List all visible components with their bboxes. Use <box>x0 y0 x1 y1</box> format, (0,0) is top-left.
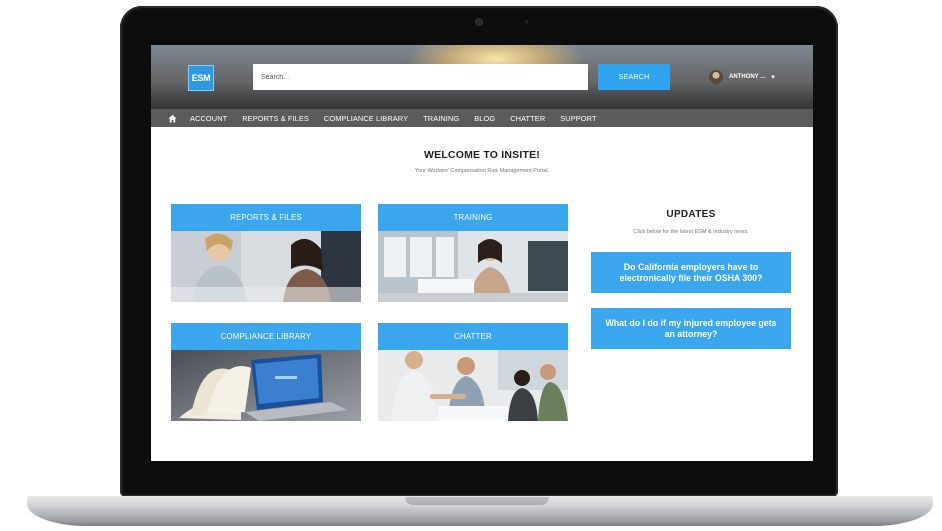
app-screen: ESM SEARCH ANTHONY ... ▾ ACCOUNT REPORTS… <box>151 45 813 461</box>
nav-support[interactable]: SUPPORT <box>560 114 596 123</box>
page-title: WELCOME TO INSITE! <box>424 149 540 161</box>
nav-account[interactable]: ACCOUNT <box>190 114 227 123</box>
home-icon[interactable] <box>168 113 178 123</box>
updates-subtitle: Click below for the latest ESM & Industr… <box>633 229 749 235</box>
tile-chatter[interactable]: CHATTER <box>378 323 568 421</box>
header-banner: ESM SEARCH ANTHONY ... ▾ <box>151 45 813 109</box>
tile-compliance-library[interactable]: COMPLIANCE LIBRARY <box>171 323 361 421</box>
webcam-icon <box>475 18 483 26</box>
search-button[interactable]: SEARCH <box>598 64 670 90</box>
compliance-library-photo[interactable] <box>171 350 361 421</box>
camera-indicator <box>525 20 528 23</box>
training-photo[interactable] <box>378 231 568 302</box>
tile-label[interactable]: COMPLIANCE LIBRARY <box>171 323 361 350</box>
user-name[interactable]: ANTHONY ... <box>729 74 765 80</box>
tile-training[interactable]: TRAINING <box>378 204 568 302</box>
nav-chatter[interactable]: CHATTER <box>510 114 545 123</box>
search-input[interactable] <box>253 64 588 90</box>
reports-files-photo[interactable] <box>171 231 361 302</box>
nav-reports-files[interactable]: REPORTS & FILES <box>242 114 309 123</box>
tile-label[interactable]: TRAINING <box>378 204 568 231</box>
page-subtitle: Your Workers' Compensation Risk Manageme… <box>414 168 550 174</box>
nav-training[interactable]: TRAINING <box>423 114 459 123</box>
update-link[interactable]: Do California employers have to electron… <box>591 252 791 293</box>
chevron-down-icon[interactable]: ▾ <box>771 73 775 81</box>
main-nav: ACCOUNT REPORTS & FILES COMPLIANCE LIBRA… <box>151 109 813 127</box>
update-link[interactable]: What do I do if my injured employee gets… <box>591 308 791 349</box>
tile-label[interactable]: REPORTS & FILES <box>171 204 361 231</box>
tile-reports-files[interactable]: REPORTS & FILES <box>171 204 361 302</box>
laptop-notch <box>405 497 549 505</box>
nav-blog[interactable]: BLOG <box>474 114 495 123</box>
esm-logo[interactable]: ESM <box>188 65 214 91</box>
nav-compliance-library[interactable]: COMPLIANCE LIBRARY <box>324 114 408 123</box>
avatar[interactable] <box>709 70 723 84</box>
chatter-photo[interactable] <box>378 350 568 421</box>
tile-label[interactable]: CHATTER <box>378 323 568 350</box>
updates-title: UPDATES <box>666 209 716 220</box>
user-menu[interactable]: ANTHONY ... ▾ <box>709 69 775 85</box>
